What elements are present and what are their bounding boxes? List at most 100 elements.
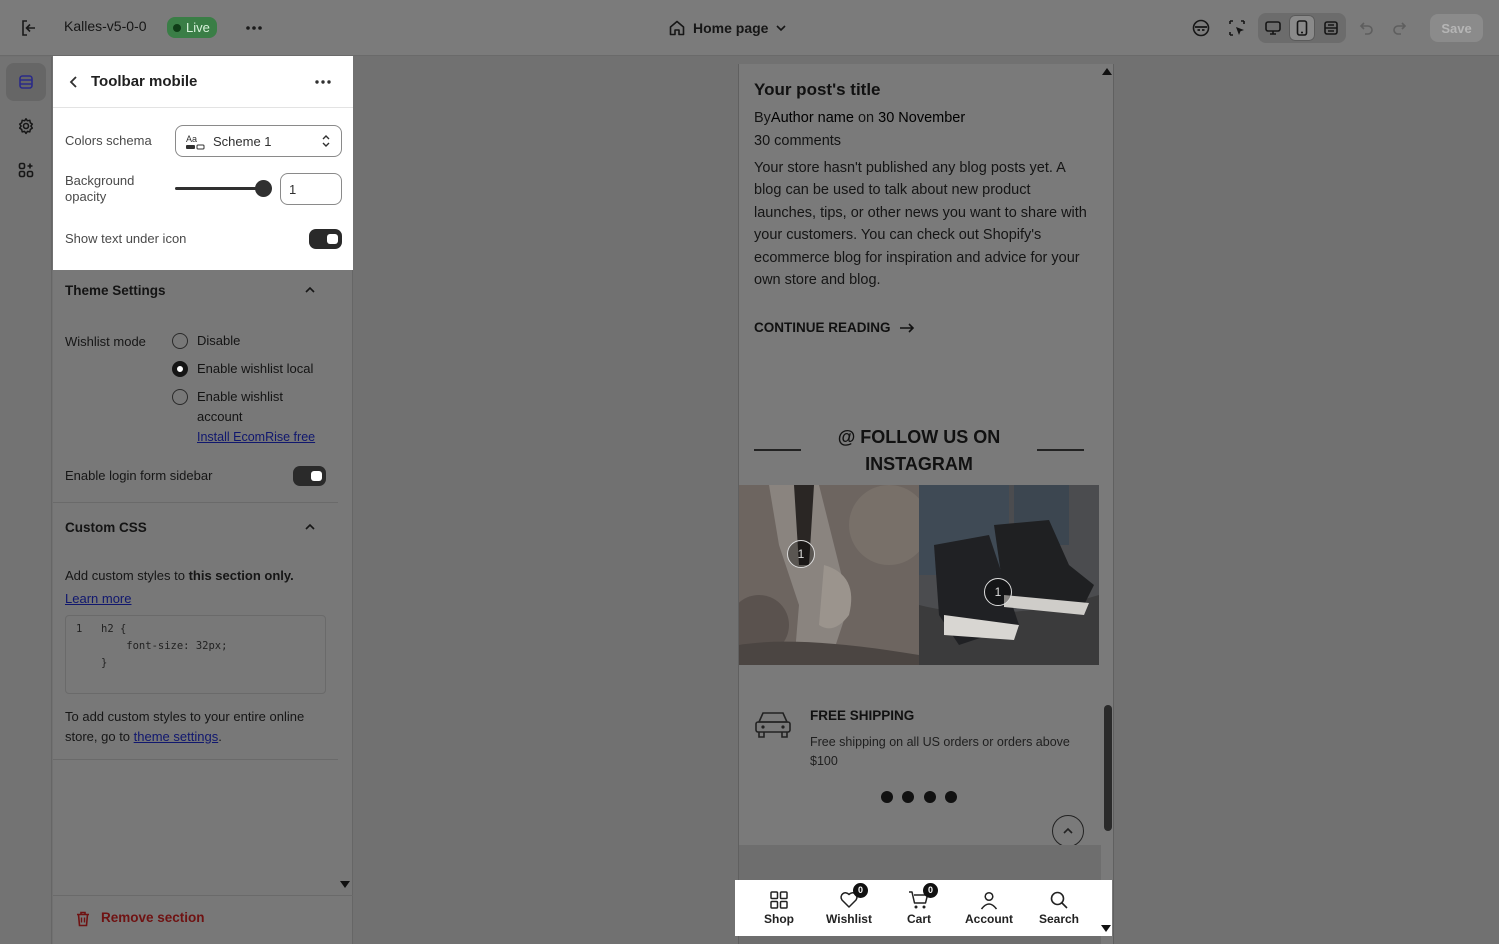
select-arrows-icon xyxy=(322,135,330,147)
post-meta: ByAuthor name on 30 November xyxy=(754,110,965,126)
show-text-toggle[interactable] xyxy=(309,229,342,249)
toolbar-item-cart[interactable]: 0 Cart xyxy=(889,883,949,926)
instagram-image[interactable]: 1 xyxy=(739,485,919,665)
footer-suffix: . xyxy=(218,729,222,744)
post-author: Author name xyxy=(770,110,854,126)
chevron-down-icon xyxy=(776,25,787,32)
radio-wishlist-account[interactable] xyxy=(172,389,188,405)
post-by: By xyxy=(754,110,771,126)
toolbar-item-account[interactable]: Account xyxy=(959,890,1019,926)
show-text-label: Show text under icon xyxy=(65,231,187,246)
decorative-line xyxy=(1037,449,1084,451)
top-bar: Kalles-v5-0-0 Live Home page Save xyxy=(0,0,1499,56)
user-icon xyxy=(980,891,998,910)
radio-disable-label: Disable xyxy=(197,333,241,348)
radio-disable[interactable] xyxy=(172,333,188,349)
back-to-top-button[interactable] xyxy=(1052,815,1084,847)
post-comments: 30 comments xyxy=(754,133,842,149)
bg-opacity-slider-handle[interactable] xyxy=(255,180,272,197)
chevron-up-icon[interactable] xyxy=(302,282,318,298)
free-shipping-title: FREE SHIPPING xyxy=(810,708,915,723)
instagram-count-badge: 1 xyxy=(787,540,815,568)
carousel-dot[interactable] xyxy=(924,791,936,803)
section-divider xyxy=(53,502,338,503)
section-divider xyxy=(53,759,338,760)
wishlist-count-badge: 0 xyxy=(853,883,868,898)
install-ecomrise-link[interactable]: Install EcomRise free xyxy=(197,427,315,447)
bg-opacity-slider-track[interactable] xyxy=(175,187,263,190)
custom-css-desc-bold: this section only. xyxy=(188,568,294,583)
carousel-dot[interactable] xyxy=(945,791,957,803)
css-code-editor[interactable]: 1 h2 { font-size: 32px; } xyxy=(65,615,326,694)
radio-wishlist-account-label: Enable wishlist account xyxy=(197,389,283,424)
follow-instagram-title: @ FOLLOW US ON INSTAGRAM xyxy=(837,427,1001,474)
grid-icon xyxy=(770,891,788,909)
chevron-up-icon[interactable] xyxy=(302,519,318,535)
post-title[interactable]: Your post's title xyxy=(754,80,881,100)
toolbar-item-wishlist[interactable]: 0 Wishlist xyxy=(819,883,879,926)
inspector-icon[interactable] xyxy=(1225,16,1249,40)
post-excerpt: Your store hasn't published any blog pos… xyxy=(754,160,1087,289)
scroll-up-arrow-icon[interactable] xyxy=(1102,68,1112,75)
home-icon xyxy=(669,20,685,36)
more-options-icon[interactable] xyxy=(311,71,335,93)
back-arrow-icon[interactable] xyxy=(63,71,85,93)
arrow-right-icon xyxy=(899,322,914,333)
apps-icon[interactable] xyxy=(6,151,46,189)
mask-icon[interactable] xyxy=(1189,16,1213,40)
login-sidebar-toggle[interactable] xyxy=(293,466,326,486)
instagram-count-badge: 1 xyxy=(984,578,1012,606)
remove-section-button[interactable]: Remove section xyxy=(53,895,353,944)
bg-opacity-input[interactable] xyxy=(280,173,342,205)
panel-title: Toolbar mobile xyxy=(91,73,198,90)
colors-schema-label: Colors schema xyxy=(65,133,152,148)
scroll-down-arrow-icon[interactable] xyxy=(340,881,350,888)
desktop-view-icon[interactable] xyxy=(1260,15,1286,41)
bg-opacity-label: Background opacity xyxy=(65,173,135,204)
colors-schema-select[interactable]: Aa Scheme 1 xyxy=(175,125,342,157)
code-line: } xyxy=(101,657,108,669)
carousel-dot[interactable] xyxy=(881,791,893,803)
theme-settings-link[interactable]: theme settings xyxy=(134,729,219,744)
more-options-icon[interactable] xyxy=(243,17,265,39)
live-dot-icon xyxy=(173,23,181,32)
toolbar-label-search: Search xyxy=(1038,912,1080,926)
toolbar-label-shop: Shop xyxy=(764,912,794,926)
theme-settings-title: Theme Settings xyxy=(65,283,166,298)
mobile-view-icon[interactable] xyxy=(1289,15,1315,41)
exit-icon[interactable] xyxy=(18,17,40,39)
radio-wishlist-local[interactable] xyxy=(172,361,188,377)
search-icon xyxy=(1050,891,1068,909)
continue-reading-link[interactable]: CONTINUE READING xyxy=(754,320,915,335)
save-button[interactable]: Save xyxy=(1430,14,1483,42)
scroll-down-arrow-icon[interactable] xyxy=(1101,925,1111,932)
svg-text:Aa: Aa xyxy=(186,134,197,144)
undo-icon[interactable] xyxy=(1355,16,1379,40)
chevron-up-icon xyxy=(1063,827,1073,834)
toolbar-label-cart: Cart xyxy=(906,912,931,926)
truck-icon xyxy=(755,712,791,738)
decorative-line xyxy=(754,449,801,451)
learn-more-link[interactable]: Learn more xyxy=(65,591,131,607)
toolbar-item-shop[interactable]: Shop xyxy=(749,890,809,926)
live-label: Live xyxy=(186,20,210,35)
page-name: Home page xyxy=(693,20,769,36)
code-line: h2 { xyxy=(101,623,127,635)
instagram-image[interactable]: 1 xyxy=(919,485,1099,665)
carousel-dot[interactable] xyxy=(902,791,914,803)
redo-icon[interactable] xyxy=(1387,16,1411,40)
view-switcher xyxy=(1258,13,1346,43)
preview-scrollbar-thumb[interactable] xyxy=(1104,705,1112,831)
remove-section-label: Remove section xyxy=(101,910,205,925)
sections-icon[interactable] xyxy=(6,63,46,101)
continue-reading-label: CONTINUE READING xyxy=(754,320,891,335)
custom-css-footer: To add custom styles to your entire onli… xyxy=(65,707,325,747)
store-name: Kalles-v5-0-0 xyxy=(64,18,147,34)
page-selector[interactable]: Home page xyxy=(668,17,787,39)
settings-gear-icon[interactable] xyxy=(6,107,46,145)
toolbar-item-search[interactable]: Search xyxy=(1029,890,1089,926)
panel-header: Toolbar mobile xyxy=(53,56,353,108)
fullscreen-view-icon[interactable] xyxy=(1318,15,1344,41)
free-shipping-desc: Free shipping on all US orders or orders… xyxy=(810,735,1070,768)
left-rail xyxy=(0,57,52,944)
